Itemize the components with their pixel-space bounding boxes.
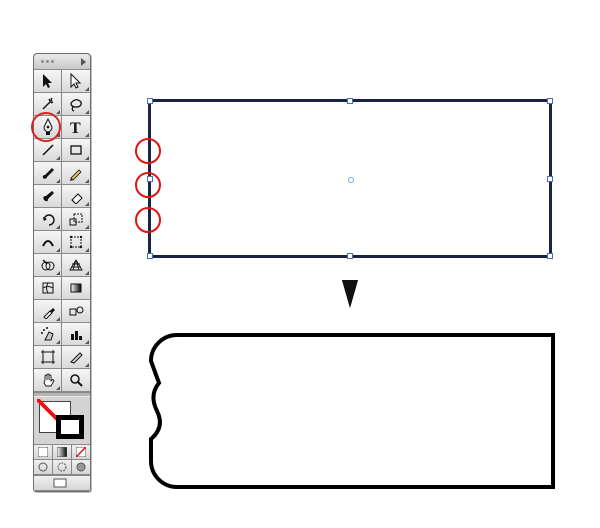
tools-panel: T xyxy=(33,53,91,492)
symbol-sprayer-tool[interactable] xyxy=(34,323,62,346)
type-tool[interactable]: T xyxy=(62,116,90,139)
handle-bottom[interactable] xyxy=(347,253,353,259)
change-screen-mode[interactable] xyxy=(34,476,90,491)
gradient-tool[interactable] xyxy=(62,277,90,300)
stroke-swatch-icon[interactable] xyxy=(56,415,84,439)
screen-mode-button-row xyxy=(34,475,90,491)
rectangle-tool[interactable] xyxy=(62,139,90,162)
handle-top-right[interactable] xyxy=(547,98,553,104)
lasso-tool[interactable] xyxy=(62,93,90,116)
color-mode-none[interactable] xyxy=(72,445,90,460)
anchor-marker-1-icon xyxy=(135,138,161,164)
selected-rectangle[interactable] xyxy=(148,99,552,258)
handle-right[interactable] xyxy=(547,176,553,182)
draw-mode-normal[interactable] xyxy=(34,460,53,475)
slice-tool[interactable] xyxy=(62,346,90,369)
mesh-tool[interactable] xyxy=(34,277,62,300)
tool-grid: T xyxy=(34,70,90,392)
direct-selection-tool[interactable] xyxy=(62,70,90,93)
panel-grip-icon xyxy=(41,60,54,63)
handle-top-left[interactable] xyxy=(147,98,153,104)
handle-bottom-left[interactable] xyxy=(147,253,153,259)
magic-wand-tool[interactable] xyxy=(34,93,62,116)
selection-center-icon xyxy=(348,177,354,183)
panel-header[interactable] xyxy=(34,54,90,70)
free-transform-tool[interactable] xyxy=(62,231,90,254)
blend-tool[interactable] xyxy=(62,300,90,323)
flyout-indicator-icon xyxy=(85,87,89,91)
width-tool[interactable] xyxy=(34,231,62,254)
draw-mode-behind[interactable] xyxy=(53,460,72,475)
paintbrush-tool[interactable] xyxy=(34,162,62,185)
shape-builder-tool[interactable] xyxy=(34,254,62,277)
result-shape xyxy=(147,331,557,491)
tutorial-figure: T xyxy=(0,0,600,528)
eraser-tool[interactable] xyxy=(62,185,90,208)
handle-top[interactable] xyxy=(347,98,353,104)
rotate-tool[interactable] xyxy=(34,208,62,231)
pencil-tool[interactable] xyxy=(62,162,90,185)
handle-bottom-right[interactable] xyxy=(547,253,553,259)
color-mode-row xyxy=(34,445,90,460)
color-mode-solid[interactable] xyxy=(34,445,53,460)
zoom-tool[interactable] xyxy=(62,369,90,392)
type-glyph: T xyxy=(70,120,81,135)
panel-flyout-icon[interactable] xyxy=(81,58,86,66)
down-arrow-icon xyxy=(338,278,362,310)
line-segment-tool[interactable] xyxy=(34,139,62,162)
column-graph-tool[interactable] xyxy=(62,323,90,346)
artboard-tool[interactable] xyxy=(34,346,62,369)
draw-mode-inside[interactable] xyxy=(72,460,90,475)
screen-mode-row xyxy=(34,460,90,475)
perspective-grid-tool[interactable] xyxy=(62,254,90,277)
anchor-marker-3-icon xyxy=(135,207,161,233)
blob-brush-tool[interactable] xyxy=(34,185,62,208)
anchor-marker-2-icon xyxy=(135,172,161,198)
fill-stroke-swatch[interactable] xyxy=(34,397,90,445)
hand-tool[interactable] xyxy=(34,369,62,392)
color-mode-gradient[interactable] xyxy=(53,445,72,460)
pen-tool[interactable] xyxy=(34,116,62,139)
eyedropper-tool[interactable] xyxy=(34,300,62,323)
selection-tool[interactable] xyxy=(34,70,62,93)
scale-tool[interactable] xyxy=(62,208,90,231)
